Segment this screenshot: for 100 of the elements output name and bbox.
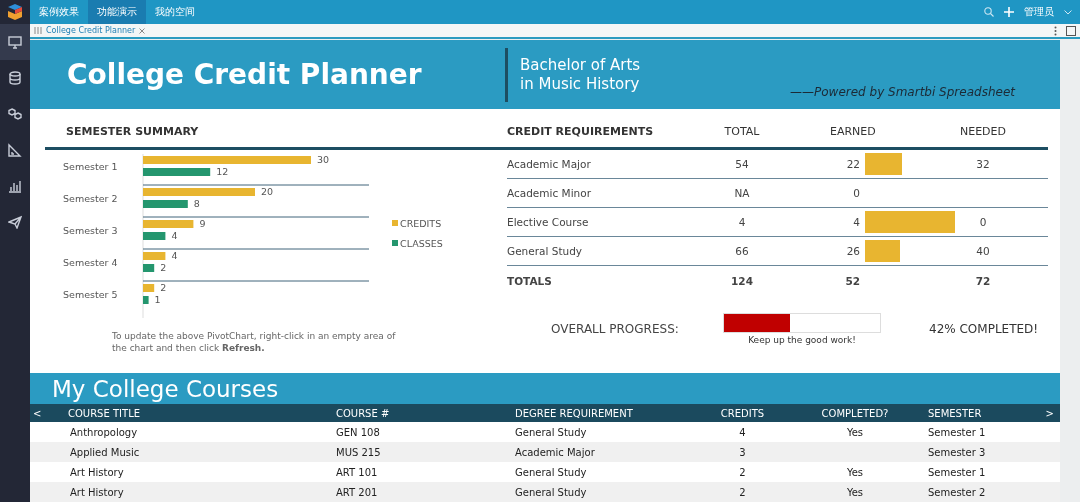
- table-cell: NA: [734, 187, 750, 199]
- chart-bar: [143, 252, 166, 260]
- page-title: College Credit Planner: [66, 58, 423, 91]
- data-label: 20: [261, 186, 274, 197]
- table-cell: TOTALS: [507, 274, 552, 287]
- table-cell: Academic Major: [515, 446, 595, 458]
- monitor-icon[interactable]: [8, 35, 22, 49]
- data-label: 2: [160, 262, 167, 273]
- table-cell: 22: [846, 158, 860, 170]
- progress-label: OVERALL PROGRESS:: [550, 322, 680, 336]
- table-cell: 40: [976, 245, 990, 257]
- chart-bar: [143, 232, 166, 240]
- chart-bar: [143, 264, 155, 272]
- data-label: 2: [160, 282, 167, 293]
- table-cell: Elective Course: [507, 216, 589, 228]
- table-cell: 4: [739, 426, 746, 438]
- table-cell: Yes: [846, 426, 864, 438]
- table-cell: 0: [979, 216, 987, 228]
- ruler-icon[interactable]: [8, 143, 22, 157]
- axis-label: Semester 3: [63, 225, 118, 236]
- table-cell: Art History: [70, 466, 124, 478]
- more-icon[interactable]: [1054, 25, 1057, 36]
- close-icon[interactable]: [139, 27, 146, 34]
- nav-tab[interactable]: 案例效果: [30, 0, 88, 24]
- section-heading: SEMESTER SUMMARY: [66, 125, 199, 138]
- chart-bar: [143, 284, 155, 292]
- chart-bar: [143, 200, 188, 208]
- table-cell: Semester 1: [928, 466, 986, 478]
- column-header: COURSE #: [336, 407, 390, 419]
- data-label: 12: [216, 166, 229, 177]
- chart-bar: [143, 220, 194, 228]
- table-cell: 32: [976, 158, 990, 170]
- nav-tab[interactable]: 我的空间: [146, 0, 204, 24]
- grid-icon: [34, 27, 42, 34]
- table-cell: 2: [739, 466, 746, 478]
- column-header: NEEDED: [960, 125, 1006, 138]
- table-cell: Art History: [70, 486, 124, 498]
- table-cell: 54: [735, 158, 749, 170]
- table-cell: GEN 108: [336, 426, 380, 438]
- chart-note: To update the above PivotChart, right-click in an empty area of the chart and then click Refresh.: [111, 330, 397, 354]
- column-header: TOTAL: [724, 125, 760, 138]
- axis-label: Semester 2: [63, 193, 118, 204]
- axis-label: Semester 1: [63, 161, 118, 172]
- table-cell: ART 201: [336, 486, 378, 498]
- column-header: EARNED: [830, 125, 876, 138]
- progress-message: Keep up the good work!: [748, 335, 856, 345]
- table-cell: 0: [853, 187, 860, 199]
- table-cell: Yes: [846, 486, 864, 498]
- data-label: 8: [193, 198, 200, 209]
- nav-tab[interactable]: 功能演示: [88, 0, 146, 24]
- table-cell: Yes: [846, 466, 864, 478]
- legend-label: CLASSES: [400, 238, 443, 249]
- table-cell: Semester 1: [928, 426, 986, 438]
- table-cell: Anthropology: [70, 426, 138, 438]
- table-cell: General Study: [515, 426, 587, 438]
- column-header: CREDIT REQUIREMENTS: [507, 125, 654, 138]
- table-cell: 3: [739, 446, 746, 458]
- column-header: DEGREE REQUIREMENT: [515, 407, 633, 419]
- table-cell: 66: [735, 245, 749, 257]
- legend-label: CREDITS: [400, 218, 442, 229]
- table-cell: 52: [845, 274, 860, 287]
- column-header: COMPLETED?: [821, 407, 889, 419]
- column-header: SEMESTER: [928, 407, 982, 419]
- degree-text: in Music History: [520, 74, 641, 94]
- table-cell: 26: [846, 245, 860, 257]
- axis-label: Semester 5: [63, 289, 118, 300]
- logo-icon: [6, 3, 24, 21]
- table-cell: ART 101: [336, 466, 378, 478]
- table-cell: General Study: [515, 466, 587, 478]
- column-header: CREDITS: [720, 407, 765, 419]
- maximize-icon[interactable]: [1066, 25, 1076, 36]
- user-menu[interactable]: 管理员: [1024, 5, 1054, 19]
- cubes-icon[interactable]: [8, 107, 22, 121]
- section-title: My College Courses: [52, 375, 279, 402]
- chart-bar: [143, 168, 211, 176]
- data-label: 1: [154, 294, 161, 305]
- bar-chart-icon[interactable]: [8, 179, 22, 193]
- chevron-down-icon[interactable]: [1064, 9, 1072, 15]
- column-header: COURSE TITLE: [67, 407, 141, 419]
- scroll-right-button[interactable]: >: [1045, 407, 1054, 419]
- table-cell: General Study: [515, 486, 587, 498]
- table-cell: Applied Music: [70, 446, 140, 458]
- table-cell: Academic Major: [507, 158, 591, 170]
- document-tab[interactable]: College Credit Planner: [42, 26, 140, 35]
- table-cell: 4: [738, 216, 746, 228]
- table-cell: General Study: [507, 245, 583, 257]
- table-cell: Semester 2: [928, 486, 986, 498]
- degree-text: Bachelor of Arts: [520, 55, 642, 75]
- chart-bar: [143, 296, 149, 304]
- table-cell: 4: [853, 216, 860, 228]
- scroll-left-button[interactable]: <: [30, 407, 60, 419]
- table-cell: Semester 3: [928, 446, 986, 458]
- database-icon[interactable]: [8, 71, 22, 85]
- sidebar-item[interactable]: [0, 24, 30, 60]
- table-cell: 72: [975, 274, 991, 287]
- table-cell: Academic Minor: [507, 187, 591, 199]
- table-cell: 2: [739, 486, 746, 498]
- plus-icon[interactable]: [1004, 7, 1014, 17]
- paper-plane-icon[interactable]: [8, 215, 22, 229]
- powered-by-text: ——Powered by Smartbi Spreadsheet: [790, 85, 1015, 101]
